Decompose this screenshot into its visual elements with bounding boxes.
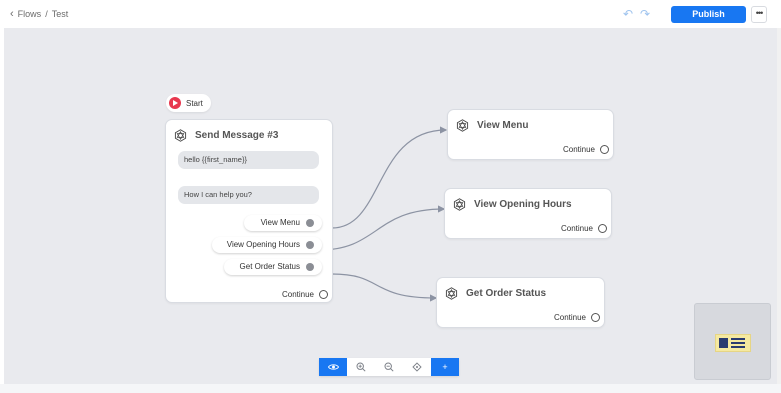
node-header: Send Message #3: [174, 129, 278, 142]
zoom-in-button[interactable]: [347, 358, 375, 376]
continue-label: Continue: [553, 313, 586, 322]
continue-handle[interactable]: Continue: [554, 313, 600, 322]
continue-ring-icon[interactable]: [319, 290, 328, 299]
output-handle[interactable]: [306, 241, 314, 249]
fit-view-button[interactable]: [403, 358, 431, 376]
eye-icon: [327, 364, 339, 370]
more-options-button[interactable]: •••: [751, 6, 767, 23]
output-handle[interactable]: [306, 263, 314, 271]
continue-label: Continue: [281, 290, 314, 299]
breadcrumb-flows-link[interactable]: Flows: [18, 9, 42, 19]
reply-button-label: Get Order Status: [239, 262, 300, 271]
canvas-toolbar: +: [319, 358, 459, 376]
redo-icon[interactable]: ↷: [639, 8, 651, 20]
node-header: Get Order Status: [445, 287, 546, 300]
reply-button-get-order-status[interactable]: Get Order Status: [224, 259, 322, 275]
vertical-scrollbar[interactable]: [777, 28, 781, 384]
continue-ring-icon[interactable]: [598, 224, 607, 233]
message-bubble[interactable]: hello {{first_name}}: [178, 151, 319, 169]
breadcrumb: ‹ Flows / Test: [10, 8, 69, 19]
zoom-in-icon: [356, 362, 366, 372]
add-node-button[interactable]: +: [431, 358, 459, 376]
edge-view-opening-hours: [318, 205, 446, 251]
get-order-status-node[interactable]: Get Order Status Continue: [436, 277, 605, 328]
node-title: Send Message #3: [195, 130, 279, 141]
node-header: View Opening Hours: [453, 198, 572, 211]
minimap-viewport[interactable]: [715, 334, 751, 352]
continue-handle[interactable]: Continue: [561, 224, 607, 233]
output-handle[interactable]: [306, 219, 314, 227]
continue-label: Continue: [562, 145, 595, 154]
view-opening-hours-node[interactable]: View Opening Hours Continue: [444, 188, 612, 239]
zoom-out-icon: [384, 362, 394, 372]
messenger-node-icon: [445, 287, 458, 300]
messenger-node-icon: [456, 119, 469, 132]
start-badge: Start: [166, 94, 211, 112]
reply-button-view-menu[interactable]: View Menu: [244, 215, 322, 231]
continue-handle[interactable]: Continue: [563, 145, 609, 154]
connection-edges: [318, 126, 448, 302]
node-title: Get Order Status: [466, 288, 547, 299]
fit-view-icon: [412, 362, 422, 372]
start-label: Start: [186, 98, 203, 108]
bottom-strip: [0, 384, 781, 393]
zoom-out-button[interactable]: [375, 358, 403, 376]
top-bar: ‹ Flows / Test ↶ ↷ Publish •••: [0, 0, 781, 28]
publish-button[interactable]: Publish: [671, 6, 746, 23]
continue-handle[interactable]: Continue: [282, 290, 328, 299]
send-message-node[interactable]: Send Message #3 hello {{first_name}} How…: [165, 119, 333, 303]
message-bubble[interactable]: How I can help you?: [178, 186, 319, 204]
flow-canvas[interactable]: Start Send Message #3 hello {{first_name…: [4, 28, 777, 384]
breadcrumb-current: Test: [51, 9, 69, 19]
node-title: View Menu: [477, 120, 529, 131]
messenger-node-icon: [453, 198, 466, 211]
reply-button-view-opening-hours[interactable]: View Opening Hours: [212, 237, 322, 253]
node-title: View Opening Hours: [474, 199, 572, 210]
node-header: View Menu: [456, 119, 529, 132]
preview-button[interactable]: [319, 358, 347, 376]
continue-ring-icon[interactable]: [600, 145, 609, 154]
view-menu-node[interactable]: View Menu Continue: [447, 109, 614, 160]
reply-button-label: View Opening Hours: [226, 240, 300, 249]
chevron-left-icon[interactable]: ‹: [10, 8, 14, 19]
continue-ring-icon[interactable]: [591, 313, 600, 322]
edge-get-order-status: [331, 273, 438, 302]
undo-icon[interactable]: ↶: [622, 8, 634, 20]
play-icon: [169, 97, 181, 109]
messenger-node-icon: [174, 129, 187, 142]
continue-label: Continue: [560, 224, 593, 233]
reply-button-label: View Menu: [260, 218, 300, 227]
edge-view-menu: [331, 126, 448, 229]
breadcrumb-separator: /: [45, 9, 48, 19]
minimap[interactable]: [694, 303, 771, 380]
